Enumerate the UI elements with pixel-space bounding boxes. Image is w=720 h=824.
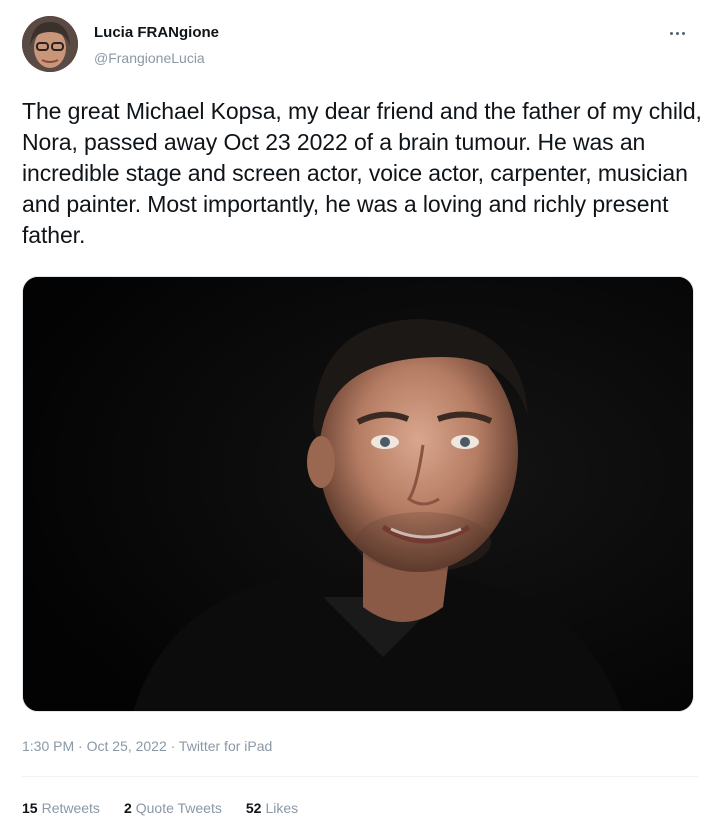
author-display-name[interactable]: Lucia FRANgione xyxy=(94,24,219,41)
tweet-stats: 15 Retweets 2 Quote Tweets 52 Likes xyxy=(22,800,298,816)
likes-label: Likes xyxy=(265,800,299,816)
portrait-photo-icon xyxy=(23,277,693,711)
author-handle[interactable]: @FrangioneLucia xyxy=(94,50,205,66)
divider xyxy=(22,776,698,777)
author-avatar[interactable] xyxy=(22,16,78,72)
retweets-count: 15 xyxy=(22,800,38,816)
avatar-photo-icon xyxy=(22,16,78,72)
tweet-timestamp[interactable]: 1:30 PM · Oct 25, 2022 · Twitter for iPa… xyxy=(22,738,272,754)
quote-tweets-label: Quote Tweets xyxy=(135,800,222,816)
more-dot xyxy=(670,31,673,35)
tweet-card: Lucia FRANgione @FrangioneLucia The grea… xyxy=(0,0,720,824)
likes-stat[interactable]: 52 Likes xyxy=(246,800,298,816)
quote-tweets-stat[interactable]: 2 Quote Tweets xyxy=(124,800,222,816)
quote-tweets-count: 2 xyxy=(123,800,132,816)
tweet-text: The great Michael Kopsa, my dear friend … xyxy=(22,98,702,248)
tweet-photo[interactable] xyxy=(22,276,694,712)
retweets-label: Retweets xyxy=(41,800,100,816)
more-dot xyxy=(676,31,679,35)
retweets-stat[interactable]: 15 Retweets xyxy=(22,800,100,816)
more-dot xyxy=(682,31,685,35)
more-horizontal-icon[interactable] xyxy=(670,26,694,40)
likes-count: 52 xyxy=(245,800,262,816)
